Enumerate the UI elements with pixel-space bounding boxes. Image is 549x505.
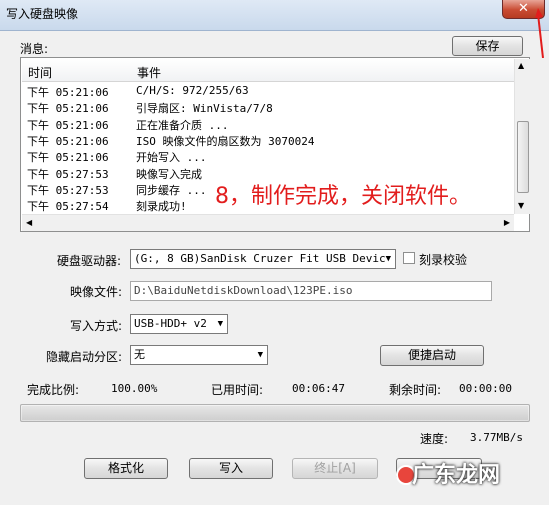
verify-label: 刻录校验 bbox=[419, 253, 468, 267]
log-time: 下午 05:21:06 bbox=[27, 134, 109, 148]
drive-select[interactable]: (G:, 8 GB)SanDisk Cruzer Fit USB Devic ▼ bbox=[130, 249, 396, 269]
scroll-thumb[interactable] bbox=[517, 121, 529, 193]
hidden-partition-label: 隐藏启动分区: bbox=[46, 350, 123, 364]
progress-bar bbox=[20, 404, 530, 422]
scroll-down-icon[interactable]: ▼ bbox=[518, 201, 524, 210]
chevron-down-icon: ▼ bbox=[217, 319, 223, 329]
stop-button: 终止[A] bbox=[292, 458, 378, 479]
log-time: 下午 05:27:53 bbox=[27, 167, 109, 181]
hidden-partition-value: 无 bbox=[134, 348, 145, 361]
log-event: 开始写入 ... bbox=[136, 151, 207, 165]
log-time: 下午 05:21:06 bbox=[27, 86, 109, 99]
log-event: 引导扇区: WinVista/7/8 bbox=[136, 102, 273, 116]
elapsed-value: 00:06:47 bbox=[292, 382, 345, 395]
hidden-partition-select[interactable]: 无 ▼ bbox=[130, 345, 268, 365]
chevron-down-icon: ▼ bbox=[385, 254, 391, 264]
log-time: 下午 05:21:06 bbox=[27, 151, 109, 165]
remaining-value: 00:00:00 bbox=[459, 382, 512, 395]
chevron-down-icon: ▼ bbox=[257, 350, 263, 360]
log-event: 映像写入完成 bbox=[136, 167, 202, 181]
log-time: 下午 05:27:54 bbox=[27, 200, 109, 214]
verify-checkbox[interactable] bbox=[403, 252, 415, 264]
progress-fill bbox=[22, 406, 528, 420]
watermark-text: 广东龙网 bbox=[412, 463, 501, 488]
log-time: 下午 05:21:06 bbox=[27, 102, 109, 116]
annotation-text: 8，制作完成，关闭软件。 bbox=[215, 184, 471, 209]
log-time: 下午 05:27:53 bbox=[27, 183, 109, 197]
window-title: 写入硬盘映像 bbox=[6, 7, 79, 21]
elapsed-label: 已用时间: bbox=[211, 383, 264, 397]
format-button[interactable]: 格式化 bbox=[84, 458, 168, 479]
log-event: 正在准备介质 ... bbox=[136, 118, 229, 132]
log-event: 同步缓存 ... bbox=[136, 183, 207, 197]
column-event[interactable]: 事件 bbox=[137, 64, 161, 81]
scroll-right-icon[interactable]: ▶ bbox=[504, 218, 510, 227]
log-event: 刻录成功! bbox=[136, 200, 187, 214]
quick-boot-button[interactable]: 便捷启动 bbox=[380, 345, 484, 366]
write-button[interactable]: 写入 bbox=[189, 458, 273, 479]
speed-value: 3.77MB/s bbox=[470, 431, 523, 444]
log-event: C/H/S: 972/255/63 bbox=[136, 84, 249, 97]
log-header: 时间 事件 bbox=[22, 59, 514, 82]
speed-label: 速度: bbox=[420, 432, 449, 446]
complete-label: 完成比例: bbox=[27, 383, 80, 397]
save-button[interactable]: 保存 bbox=[452, 36, 523, 56]
drive-value: (G:, 8 GB)SanDisk Cruzer Fit USB Devic bbox=[134, 252, 386, 265]
arrow-up-icon bbox=[535, 8, 544, 58]
log-time: 下午 05:21:06 bbox=[27, 118, 109, 132]
log-event: ISO 映像文件的扇区数为 3070024 bbox=[136, 134, 315, 148]
remaining-label: 剩余时间: bbox=[389, 383, 442, 397]
image-label: 映像文件: bbox=[70, 285, 123, 299]
close-icon: ✕ bbox=[518, 1, 529, 16]
column-time[interactable]: 时间 bbox=[28, 64, 52, 81]
image-path-field[interactable]: D:\BaiduNetdiskDownload\123PE.iso bbox=[130, 281, 492, 301]
scroll-left-icon[interactable]: ◀ bbox=[26, 218, 32, 227]
method-label: 写入方式: bbox=[70, 319, 123, 333]
method-value: USB-HDD+ v2 bbox=[134, 317, 207, 330]
drive-label: 硬盘驱动器: bbox=[57, 254, 122, 268]
complete-value: 100.00% bbox=[111, 382, 158, 395]
title-bar: 写入硬盘映像 ✕ bbox=[0, 0, 549, 31]
method-select[interactable]: USB-HDD+ v2 ▼ bbox=[130, 314, 228, 334]
vertical-scrollbar[interactable]: ▲ ▼ bbox=[514, 59, 530, 214]
messages-label: 消息: bbox=[20, 42, 49, 56]
horizontal-scrollbar[interactable]: ◀ ▶ bbox=[22, 214, 514, 231]
scroll-up-icon[interactable]: ▲ bbox=[518, 61, 524, 70]
